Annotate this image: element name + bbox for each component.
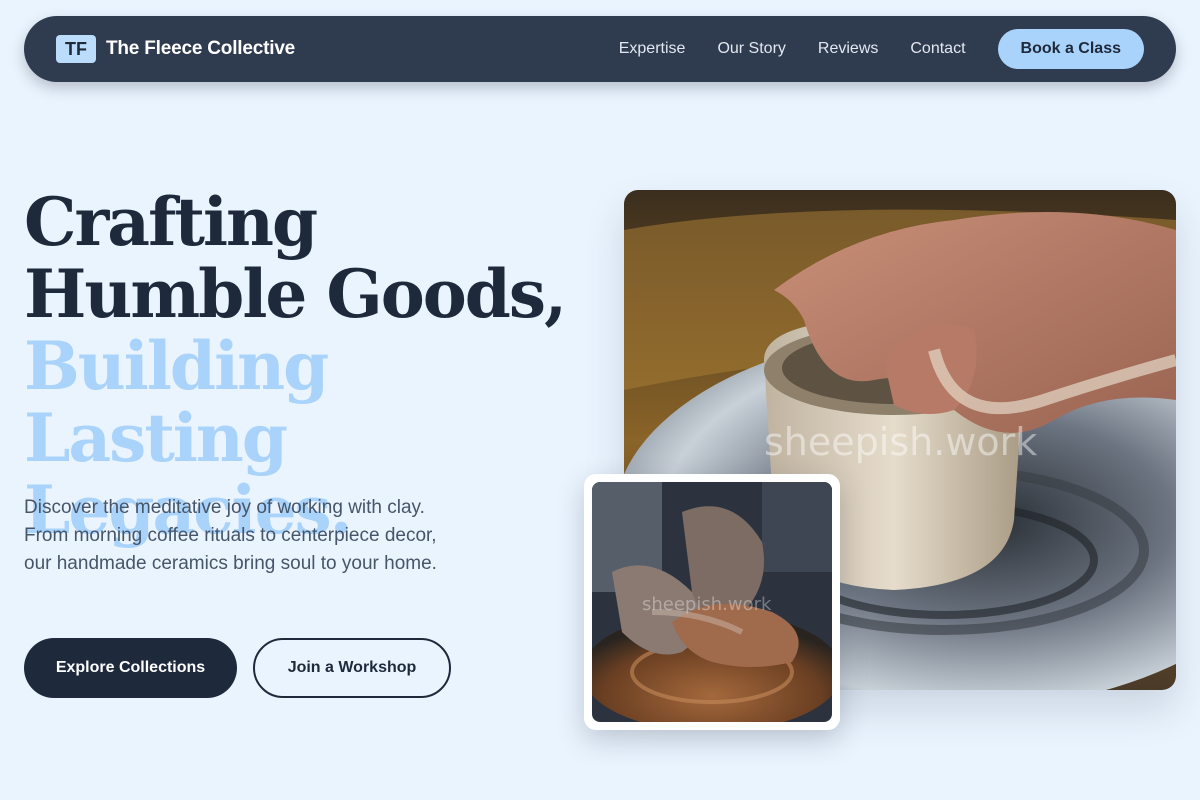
explore-collections-button[interactable]: Explore Collections [24,638,237,698]
top-nav: TF The Fleece Collective Expertise Our S… [24,16,1176,82]
nav-link-expertise[interactable]: Expertise [619,40,686,58]
hero-title: Crafting Humble Goods, Building Lasting … [24,186,604,546]
hero-title-line: Crafting [24,183,318,261]
join-workshop-button[interactable]: Join a Workshop [253,638,451,698]
nav-link-contact[interactable]: Contact [910,40,965,58]
nav-links: Expertise Our Story Reviews Contact Book… [619,29,1144,69]
book-class-button[interactable]: Book a Class [997,29,1144,69]
nav-link-our-story[interactable]: Our Story [717,40,785,58]
workshop-photo-card: sheepish.work [584,474,840,730]
nav-link-reviews[interactable]: Reviews [818,40,878,58]
logo-badge[interactable]: TF [56,35,96,63]
workshop-photo: sheepish.work [592,482,832,722]
workshop-hands-illustration [592,482,832,722]
hero-title-line: Humble Goods, [24,255,567,333]
hero-description: Discover the meditative joy of working w… [24,497,437,574]
hero-title-accent-line: Building Lasting [24,327,329,477]
brand-name[interactable]: The Fleece Collective [106,38,295,60]
